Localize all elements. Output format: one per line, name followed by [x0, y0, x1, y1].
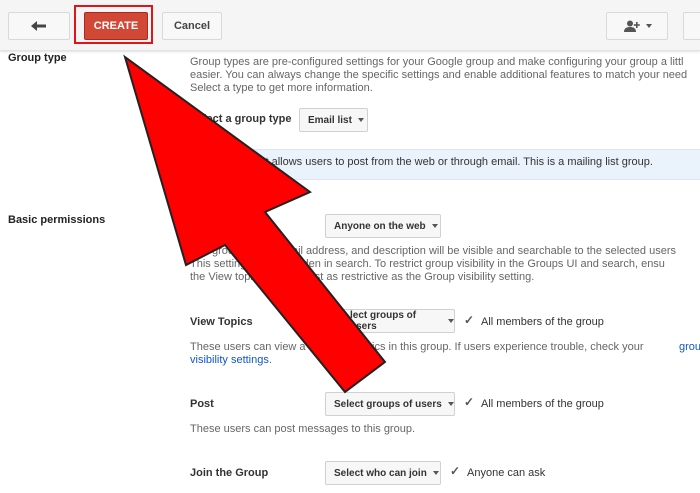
view-topics-select-value: lect groups of users — [350, 310, 417, 332]
view-topics-select[interactable]: lect groups of users — [325, 309, 455, 333]
group-type-description-line2: easier. You can always change the specif… — [190, 69, 688, 81]
visibility-description-line3-end: t least as restrictive as the Group visi… — [294, 271, 535, 283]
post-check-label: All members of the group — [481, 398, 604, 410]
visibility-settings-link[interactable]: visibility settings — [190, 354, 269, 366]
view-topics-check-label: All members of the group — [481, 316, 604, 328]
view-topics-description-start: These users can view a — [190, 341, 306, 353]
more-button[interactable] — [683, 12, 700, 40]
checkmark-icon: ✓ — [464, 313, 475, 327]
cancel-button[interactable]: Cancel — [162, 12, 222, 40]
visibility-select[interactable]: Anyone on the web — [325, 214, 441, 238]
basic-permissions-heading: Basic permissions — [8, 214, 106, 226]
view-topics-description-mid: r topics in this group. If users experie… — [350, 341, 644, 353]
group-type-select-value: Email list — [308, 114, 352, 126]
view-topics-description-end: . — [268, 354, 272, 366]
chevron-down-icon — [432, 471, 439, 475]
person-add-icon — [624, 20, 640, 32]
visibility-label: G — [190, 220, 199, 232]
post-select[interactable]: Select groups of users — [325, 392, 455, 416]
group-type-select[interactable]: Email list — [299, 108, 368, 132]
chevron-down-icon — [448, 319, 454, 323]
visibility-description-line2-start: This setting — [190, 258, 247, 270]
visibility-description-line1-start: The group — [190, 245, 241, 257]
chevron-down-icon — [357, 118, 364, 122]
post-description: These users can post messages to this gr… — [190, 423, 416, 435]
group-visibility-link-part1[interactable]: grou — [679, 341, 700, 353]
group-type-description-line3: Select a type to get more information. — [190, 82, 373, 94]
visibility-description-line3-start: the View topic — [190, 271, 259, 283]
visibility-description-line2-end: idden in search. To restrict group visib… — [294, 258, 665, 270]
add-people-button[interactable] — [606, 12, 668, 40]
arrow-left-icon — [31, 21, 46, 31]
group-type-label: Select a group type — [190, 113, 292, 125]
join-group-label: Join the Group — [190, 467, 269, 479]
group-type-description-line1: Group types are pre-configured settings … — [190, 56, 684, 68]
checkmark-icon: ✓ — [450, 464, 461, 478]
post-label: Post — [190, 398, 214, 410]
join-group-check-label: Anyone can ask — [467, 467, 546, 479]
group-type-info-text: st allows users to post from the web or … — [260, 156, 653, 168]
visibility-description-line1-end: ail address, and description will be vis… — [292, 245, 676, 257]
group-type-heading: Group type — [8, 52, 67, 64]
group-visibility-link-line: visibility settings. — [190, 354, 272, 366]
join-group-select[interactable]: Select who can join — [325, 461, 441, 485]
create-highlight-box — [74, 5, 153, 44]
chevron-down-icon — [447, 402, 454, 406]
join-group-select-value: Select who can join — [334, 467, 427, 479]
post-select-value: Select groups of users — [334, 398, 442, 410]
back-button[interactable] — [8, 12, 70, 40]
view-topics-label: View Topics — [190, 316, 253, 328]
chevron-down-icon — [646, 24, 652, 28]
chevron-down-icon — [431, 224, 438, 228]
visibility-select-value: Anyone on the web — [334, 220, 426, 232]
checkmark-icon: ✓ — [464, 395, 475, 409]
